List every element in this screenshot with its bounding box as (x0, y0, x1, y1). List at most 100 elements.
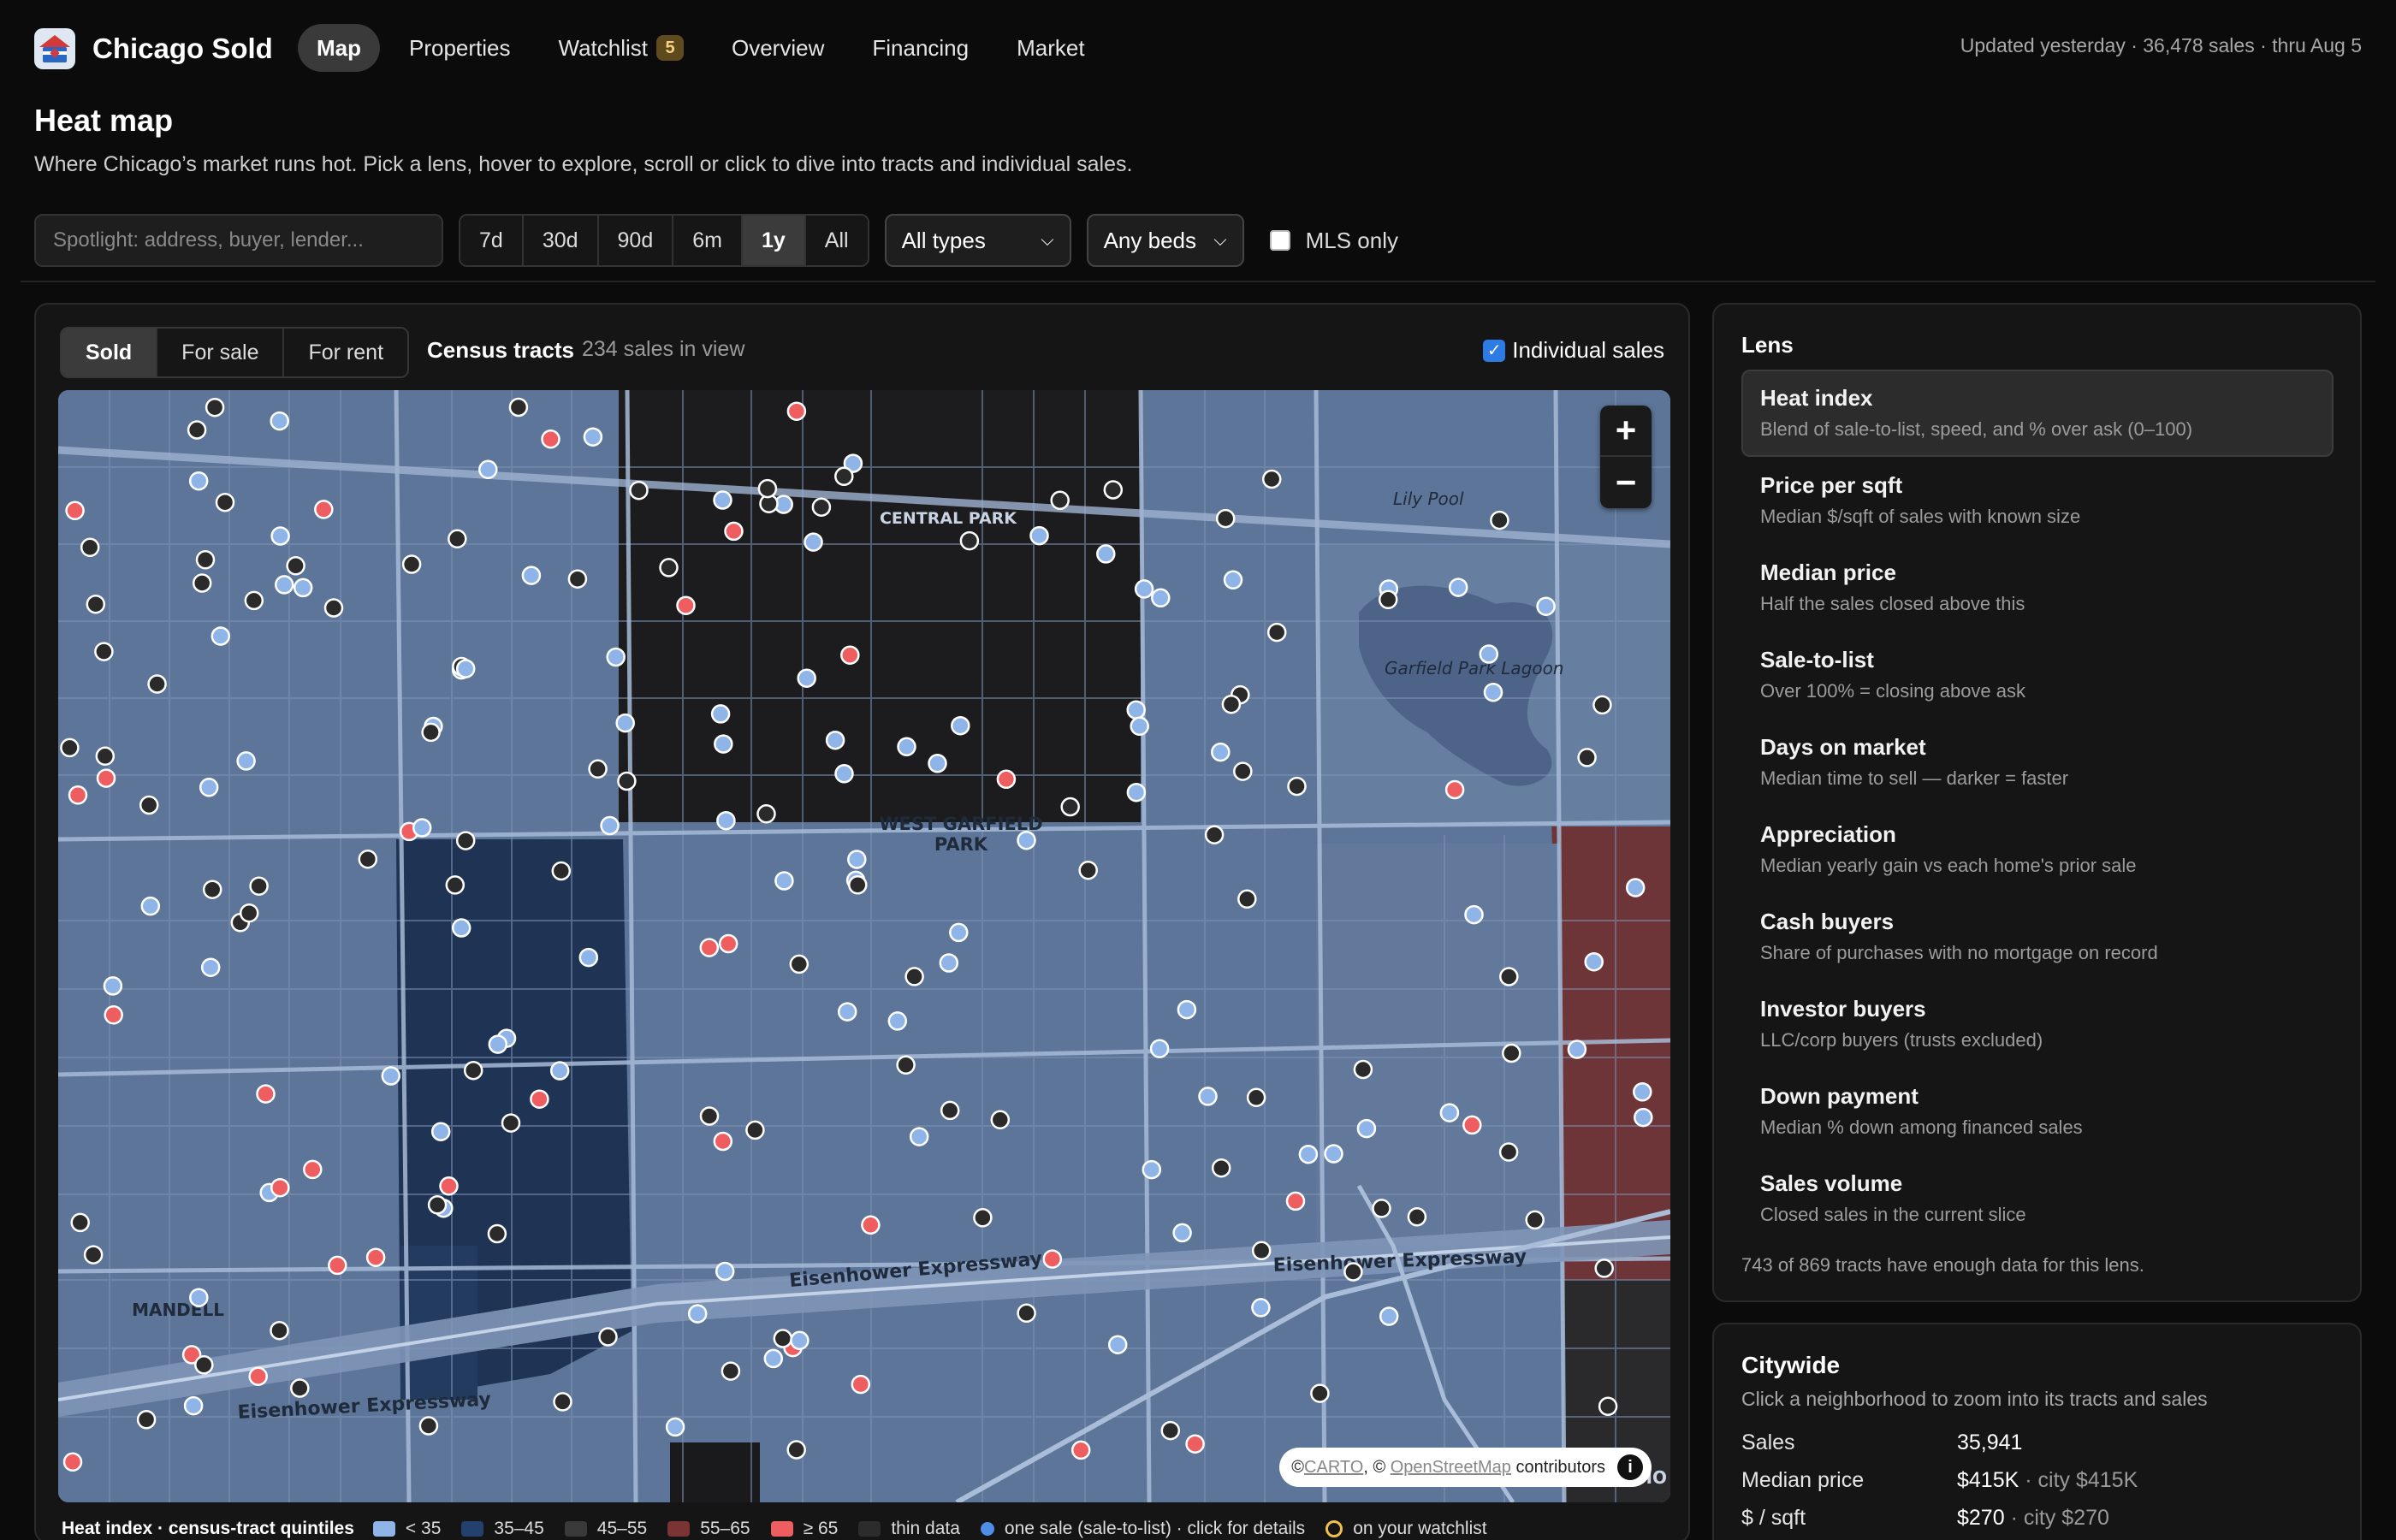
sale-marker[interactable] (714, 734, 733, 754)
sale-marker[interactable] (189, 1288, 209, 1307)
sale-marker[interactable] (940, 1100, 960, 1121)
sale-marker[interactable] (401, 554, 422, 574)
sale-marker[interactable] (455, 831, 476, 850)
sale-marker[interactable] (959, 530, 980, 551)
sale-marker[interactable] (847, 850, 867, 869)
sale-marker[interactable] (951, 715, 970, 736)
sale-marker[interactable] (1160, 1420, 1181, 1441)
checkmark-icon[interactable]: ✓ (1483, 339, 1506, 362)
sale-marker[interactable] (1343, 1262, 1363, 1282)
property-type-select[interactable]: All types ⌵ (884, 214, 1071, 267)
sale-marker[interactable] (1462, 1115, 1482, 1135)
sale-marker[interactable] (95, 746, 116, 767)
sale-marker[interactable] (724, 521, 744, 542)
sale-marker[interactable] (1353, 1059, 1373, 1080)
sale-marker[interactable] (1285, 1191, 1306, 1211)
sale-marker[interactable] (1126, 700, 1146, 720)
sale-marker[interactable] (1211, 742, 1231, 762)
sale-marker[interactable] (896, 1055, 916, 1075)
sale-marker[interactable] (199, 778, 219, 797)
sale-marker[interactable] (715, 1261, 735, 1282)
nav-map[interactable]: Map (298, 24, 380, 72)
map-canvas[interactable]: CENTRAL PARK WEST GARFIELD PARK MANDELL … (58, 390, 1670, 1502)
carto-link[interactable]: CARTO (1304, 1458, 1363, 1478)
sale-marker[interactable] (211, 626, 231, 646)
sale-marker[interactable] (939, 953, 959, 973)
sale-marker[interactable] (1287, 776, 1307, 797)
brand[interactable]: Chicago Sold (34, 27, 273, 70)
sale-marker[interactable] (553, 1392, 572, 1412)
lens-sale-to-list[interactable]: Sale-to-list Over 100% = closing above as… (1741, 631, 2334, 719)
sale-marker[interactable] (249, 876, 269, 896)
sale-marker[interactable] (949, 922, 969, 943)
sale-marker[interactable] (1177, 999, 1197, 1020)
sale-marker[interactable] (928, 754, 947, 773)
sale-marker[interactable] (139, 795, 159, 815)
sale-marker[interactable] (1525, 1210, 1545, 1230)
sale-marker[interactable] (1221, 694, 1242, 714)
sale-marker[interactable] (721, 1361, 741, 1381)
sale-marker[interactable] (508, 397, 529, 418)
sale-marker[interactable] (851, 1374, 871, 1395)
sale-marker[interactable] (1502, 1043, 1521, 1063)
range-90d[interactable]: 90d (598, 216, 674, 265)
sale-marker[interactable] (1251, 1241, 1272, 1261)
lens-heat-index[interactable]: Heat index Blend of sale-to-list, speed, … (1741, 370, 2334, 457)
tract-thin-data[interactable] (619, 390, 1141, 822)
sale-marker[interactable] (606, 647, 626, 667)
spotlight-search-input[interactable] (34, 214, 443, 267)
sale-marker[interactable] (323, 598, 344, 618)
sale-marker[interactable] (1042, 1249, 1063, 1269)
sale-marker[interactable] (239, 903, 259, 923)
sale-marker[interactable] (183, 1395, 204, 1416)
sale-marker[interactable] (83, 1245, 104, 1265)
sale-marker[interactable] (1107, 1335, 1128, 1354)
sale-marker[interactable] (274, 575, 294, 595)
sale-marker[interactable] (1310, 1383, 1330, 1403)
sale-marker[interactable] (188, 471, 209, 491)
beds-select[interactable]: Any beds ⌵ (1086, 214, 1244, 267)
checkbox-box[interactable] (1269, 230, 1290, 251)
sale-marker[interactable] (659, 558, 679, 578)
sale-marker[interactable] (62, 1452, 83, 1472)
sale-marker[interactable] (834, 466, 854, 487)
sale-marker[interactable] (718, 933, 738, 954)
sale-marker[interactable] (773, 1329, 793, 1348)
sale-marker[interactable] (1223, 570, 1243, 590)
sale-marker[interactable] (270, 411, 289, 431)
sale-marker[interactable] (521, 566, 542, 585)
sale-marker[interactable] (202, 880, 222, 899)
lens-sales-volume[interactable]: Sales volume Closed sales in the current … (1741, 1155, 2334, 1242)
sale-marker[interactable] (1577, 748, 1597, 767)
sale-marker[interactable] (421, 722, 441, 743)
nav-properties[interactable]: Properties (390, 24, 530, 72)
sale-marker[interactable] (381, 1066, 401, 1086)
range-30d[interactable]: 30d (523, 216, 599, 265)
sale-marker[interactable] (804, 532, 823, 552)
sale-marker[interactable] (1498, 1142, 1519, 1162)
sale-marker[interactable] (140, 896, 161, 916)
sale-marker[interactable] (1130, 716, 1149, 737)
sale-marker[interactable] (887, 1011, 908, 1031)
sale-marker[interactable] (412, 818, 432, 838)
sale-marker[interactable] (1567, 1040, 1587, 1059)
sale-marker[interactable] (256, 1084, 276, 1104)
sale-marker[interactable] (65, 500, 85, 521)
sale-marker[interactable] (205, 397, 225, 418)
nav-market[interactable]: Market (998, 24, 1103, 72)
sale-marker[interactable] (1594, 1259, 1614, 1278)
sale-marker[interactable] (789, 954, 810, 974)
sale-marker[interactable] (825, 730, 845, 750)
sale-marker[interactable] (1625, 878, 1646, 897)
sale-marker[interactable] (897, 737, 916, 757)
mode-for-sale[interactable]: For sale (157, 329, 285, 376)
sale-marker[interactable] (615, 713, 635, 733)
sale-marker[interactable] (1439, 1103, 1460, 1122)
sale-marker[interactable] (1479, 644, 1499, 664)
sale-marker[interactable] (1029, 525, 1049, 546)
sale-marker[interactable] (1266, 622, 1287, 643)
range-1y[interactable]: 1y (742, 216, 806, 265)
sale-marker[interactable] (463, 1060, 483, 1081)
sale-marker[interactable] (358, 849, 378, 869)
sale-marker[interactable] (834, 764, 854, 784)
